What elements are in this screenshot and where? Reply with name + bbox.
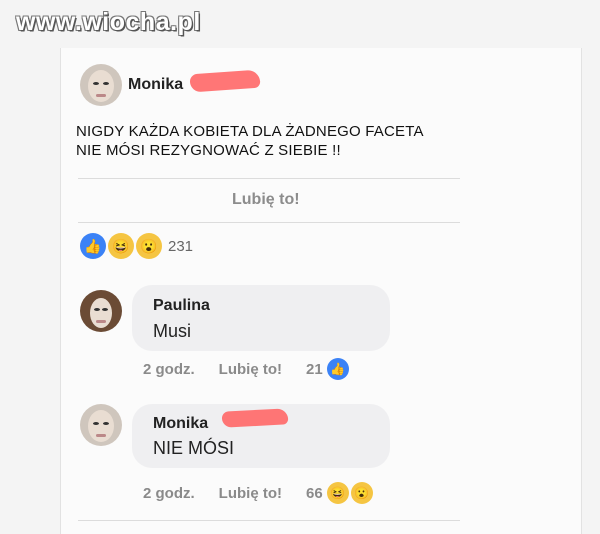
comment-author-avatar[interactable] (80, 290, 122, 332)
like-icon: 👍 (326, 358, 349, 380)
wow-icon: 😮 (136, 233, 162, 259)
post-author-name[interactable]: Monika (128, 76, 183, 94)
comment-author-name[interactable]: Paulina (153, 297, 210, 315)
post-text-line1: NIGDY KAŻDA KOBIETA DLA ŻADNEGO FACETA (76, 123, 424, 140)
haha-icon: 😆 (108, 233, 134, 259)
post-reactions[interactable]: 👍 😆 😮 231 (80, 233, 193, 259)
comment-author-avatar[interactable] (80, 404, 122, 446)
comment-reaction-count: 66 (306, 484, 323, 502)
comment-meta: 2 godz. Lubię to! 66 😆 😮 (143, 482, 375, 504)
like-icon: 👍 (80, 233, 106, 259)
comment-reaction-count: 21 (306, 360, 323, 378)
post-text-line2: NIE MÓSI REZYGNOWAĆ Z SIEBIE !! (76, 142, 341, 159)
watermark-logo: www.wiocha.pl (16, 8, 201, 36)
post-text: NIGDY KAŻDA KOBIETA DLA ŻADNEGO FACETA N… (76, 122, 424, 160)
comment-meta: 2 godz. Lubię to! 21 👍 (143, 358, 351, 380)
divider (78, 520, 460, 521)
post-like-button[interactable]: Lubię to! (232, 191, 300, 209)
reaction-count: 231 (168, 237, 194, 255)
post-author-avatar[interactable] (80, 64, 122, 106)
comment-like-button[interactable]: Lubię to! (219, 485, 282, 502)
comment-time[interactable]: 2 godz. (143, 485, 195, 502)
comment-like-button[interactable]: Lubię to! (219, 361, 282, 378)
divider (78, 178, 460, 179)
comment-text: NIE MÓSI (153, 438, 235, 458)
divider (78, 222, 460, 223)
comment-time[interactable]: 2 godz. (143, 361, 195, 378)
wow-icon: 😮 (350, 482, 373, 504)
comment-author-name[interactable]: Monika (153, 415, 208, 433)
haha-icon: 😆 (326, 482, 349, 504)
comment-text: Musi (153, 321, 192, 341)
